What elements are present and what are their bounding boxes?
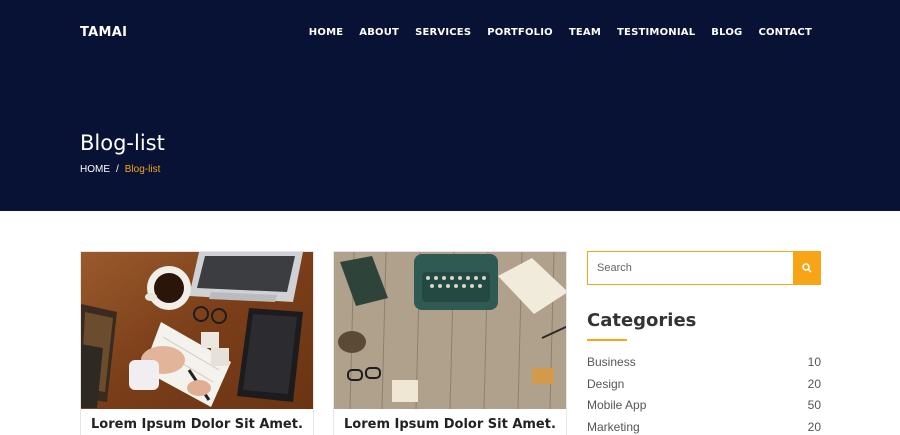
- nav-item-blog[interactable]: BLOG: [711, 27, 742, 38]
- categories-underline: [587, 339, 627, 341]
- breadcrumb-separator: /: [116, 164, 119, 175]
- nav-item-services[interactable]: SERVICES: [415, 27, 471, 38]
- categories-list: Business 10 Design 20 Mobile App 50 Mark…: [587, 355, 821, 435]
- blog-card-image[interactable]: [81, 252, 313, 409]
- typewriter-desk-illustration: [334, 252, 566, 409]
- category-count: 10: [807, 355, 821, 369]
- category-name[interactable]: Mobile App: [587, 398, 646, 420]
- nav-item-testimonial[interactable]: TESTIMONIAL: [617, 27, 695, 38]
- search-box: [587, 251, 821, 285]
- site-logo[interactable]: TAMAI: [80, 25, 127, 40]
- nav-item-contact[interactable]: CONTACT: [758, 27, 812, 38]
- categories-title: Categories: [587, 310, 697, 331]
- category-count: 50: [807, 398, 821, 412]
- page-header: TAMAI HOME ABOUT SERVICES PORTFOLIO TEAM…: [0, 0, 900, 211]
- search-icon: [801, 263, 812, 273]
- blog-card-title[interactable]: Lorem Ipsum Dolor Sit Amet.: [91, 417, 303, 432]
- nav-item-team[interactable]: TEAM: [569, 27, 601, 38]
- desk-workspace-illustration: [81, 252, 313, 409]
- category-count: 20: [807, 376, 821, 391]
- category-name[interactable]: Marketing: [587, 420, 640, 435]
- category-count: 20: [807, 419, 821, 434]
- breadcrumb-home[interactable]: HOME: [80, 164, 110, 175]
- category-item[interactable]: Business 10: [587, 355, 821, 377]
- search-button[interactable]: [793, 252, 820, 284]
- category-name[interactable]: Business: [587, 355, 636, 377]
- nav-item-home[interactable]: HOME: [309, 27, 343, 38]
- category-item[interactable]: Design 20: [587, 377, 821, 399]
- blog-card[interactable]: Lorem Ipsum Dolor Sit Amet.: [80, 251, 314, 435]
- blog-card-title[interactable]: Lorem Ipsum Dolor Sit Amet.: [344, 417, 556, 432]
- category-item[interactable]: Marketing 20: [587, 420, 821, 435]
- main-nav: HOME ABOUT SERVICES PORTFOLIO TEAM TESTI…: [309, 27, 812, 38]
- nav-item-about[interactable]: ABOUT: [359, 27, 399, 38]
- breadcrumb: HOME / Blog-list: [80, 164, 160, 175]
- category-item[interactable]: Mobile App 50: [587, 398, 821, 420]
- blog-card[interactable]: Lorem Ipsum Dolor Sit Amet.: [333, 251, 567, 435]
- breadcrumb-current: Blog-list: [124, 164, 161, 175]
- nav-item-portfolio[interactable]: PORTFOLIO: [487, 27, 553, 38]
- category-name[interactable]: Design: [587, 377, 624, 399]
- blog-card-image[interactable]: [334, 252, 566, 409]
- search-input[interactable]: [588, 252, 793, 284]
- page-title: Blog-list: [80, 131, 165, 155]
